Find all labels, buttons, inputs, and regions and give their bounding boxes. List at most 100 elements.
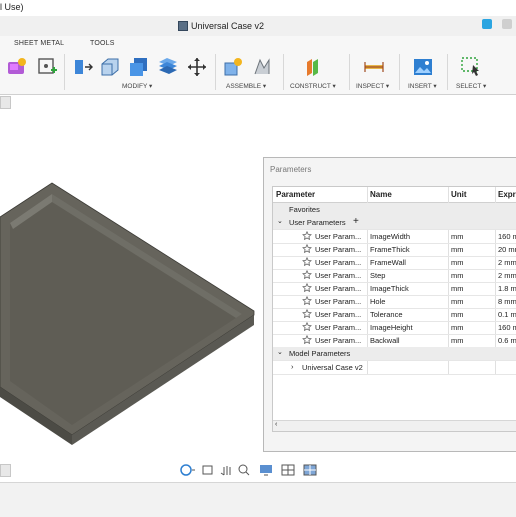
parameter-type: User Param...	[315, 258, 362, 267]
column-header-parameter[interactable]: Parameter	[276, 190, 315, 199]
model-parameters-row[interactable]: ⌄ Model Parameters	[273, 347, 516, 361]
parameter-name[interactable]: ImageWidth	[370, 232, 446, 241]
parameter-type: User Param...	[315, 271, 362, 280]
column-header-unit[interactable]: Unit	[451, 190, 467, 199]
parameter-name[interactable]: Tolerance	[370, 310, 446, 319]
table-row[interactable]: User Param... FrameThick mm 20 mn	[273, 243, 516, 257]
table-row[interactable]: User Param... Tolerance mm 0.1 m	[273, 308, 516, 322]
parameter-unit[interactable]: mm	[451, 297, 464, 306]
user-parameters-label: User Parameters	[289, 218, 346, 227]
parameter-name[interactable]: FrameWall	[370, 258, 446, 267]
create-sketch-icon[interactable]	[36, 56, 58, 78]
parameter-expression[interactable]: 1.8 m	[498, 284, 516, 293]
inspect-menu[interactable]: INSPECT ▾	[356, 82, 389, 90]
parameter-expression[interactable]: 2 mm	[498, 271, 516, 280]
parameter-expression[interactable]: 160 m	[498, 232, 516, 241]
ribbon-toolbar: SHEET METAL TOOLS MODIFY ▾ ASSEMBLE ▾ CO…	[0, 36, 516, 95]
new-tab-icon[interactable]	[482, 19, 492, 29]
parameter-name[interactable]: ImageThick	[370, 284, 446, 293]
favorite-star-icon[interactable]	[302, 244, 312, 254]
favorite-star-icon[interactable]	[302, 270, 312, 280]
favorites-row[interactable]: Favorites	[273, 203, 516, 217]
parameter-name[interactable]: ImageHeight	[370, 323, 446, 332]
tab-sheet-metal[interactable]: SHEET METAL	[14, 40, 64, 47]
joint-icon[interactable]	[252, 56, 274, 78]
extensions-icon[interactable]	[502, 19, 512, 29]
assemble-menu[interactable]: ASSEMBLE ▾	[226, 82, 266, 90]
favorite-star-icon[interactable]	[302, 335, 312, 345]
table-row[interactable]: User Param... Backwall mm 0.6 m	[273, 334, 516, 348]
chevron-down-icon[interactable]: ⌄	[277, 348, 283, 356]
parameter-expression[interactable]: 160 m	[498, 323, 516, 332]
parameter-unit[interactable]: mm	[451, 323, 464, 332]
favorite-star-icon[interactable]	[302, 231, 312, 241]
parameter-unit[interactable]: mm	[451, 245, 464, 254]
add-parameter-icon[interactable]: +	[353, 216, 359, 227]
parameter-name[interactable]: Hole	[370, 297, 446, 306]
table-row[interactable]: User Param... FrameWall mm 2 mm	[273, 256, 516, 270]
parameter-name[interactable]: Backwall	[370, 336, 446, 345]
parameter-type: User Param...	[315, 310, 362, 319]
column-header-expression[interactable]: Expre	[498, 190, 516, 199]
favorite-star-icon[interactable]	[302, 296, 312, 306]
pan-icon[interactable]	[220, 466, 231, 476]
grid-icon[interactable]	[281, 464, 295, 476]
parameter-expression[interactable]: 2 mm	[498, 258, 516, 267]
tab-tools[interactable]: TOOLS	[90, 40, 115, 47]
parameter-unit[interactable]: mm	[451, 310, 464, 319]
table-row[interactable]: User Param... ImageHeight mm 160 m	[273, 321, 516, 335]
orbit-icon[interactable]	[180, 464, 195, 476]
column-header-name[interactable]: Name	[370, 190, 392, 199]
horizontal-scrollbar[interactable]: ‹	[273, 420, 516, 431]
tray-model[interactable]	[0, 182, 255, 445]
offset-plane-icon[interactable]	[303, 56, 325, 78]
parameter-unit[interactable]: mm	[451, 271, 464, 280]
parameter-unit[interactable]: mm	[451, 336, 464, 345]
chevron-down-icon[interactable]: ⌄	[277, 217, 283, 225]
construct-menu[interactable]: CONSTRUCT ▾	[290, 82, 336, 90]
parameter-name[interactable]: FrameThick	[370, 245, 446, 254]
flange-icon[interactable]	[6, 56, 28, 78]
combine-icon[interactable]	[157, 56, 179, 78]
display-settings-icon[interactable]	[260, 465, 272, 476]
navigation-tools	[180, 464, 317, 476]
tabbar-right-controls	[482, 19, 512, 29]
shell-icon[interactable]	[128, 56, 150, 78]
select-box-icon[interactable]	[460, 56, 482, 78]
scroll-left-icon[interactable]: ‹	[275, 421, 277, 428]
parameter-expression[interactable]: 0.1 m	[498, 310, 516, 319]
model-parameter-item[interactable]: › Universal Case v2	[273, 361, 516, 375]
parameter-unit[interactable]: mm	[451, 284, 464, 293]
look-at-icon[interactable]	[202, 465, 213, 475]
parameter-expression[interactable]: 0.6 m	[498, 336, 516, 345]
parameter-name[interactable]: Step	[370, 271, 446, 280]
favorite-star-icon[interactable]	[302, 283, 312, 293]
parameter-unit[interactable]: mm	[451, 232, 464, 241]
parameter-unit[interactable]: mm	[451, 258, 464, 267]
new-component-icon[interactable]	[222, 56, 244, 78]
table-row[interactable]: User Param... ImageThick mm 1.8 m	[273, 282, 516, 296]
table-row[interactable]: User Param... Hole mm 8 mm	[273, 295, 516, 309]
window-title-fragment: l Use)	[0, 2, 24, 12]
user-parameters-row[interactable]: ⌄ User Parameters +	[273, 216, 516, 230]
move-icon[interactable]	[186, 56, 208, 78]
canvas-viewport[interactable]: Parameters Parameter Name Unit Expre Fav…	[0, 95, 516, 481]
fillet-icon[interactable]	[99, 56, 121, 78]
table-row[interactable]: User Param... ImageWidth mm 160 m	[273, 230, 516, 244]
parameter-expression[interactable]: 20 mn	[498, 245, 516, 254]
table-row[interactable]: User Param... Step mm 2 mm	[273, 269, 516, 283]
select-menu[interactable]: SELECT ▾	[456, 82, 486, 90]
favorite-star-icon[interactable]	[302, 257, 312, 267]
modify-menu[interactable]: MODIFY ▾	[122, 82, 152, 90]
document-tab[interactable]: Universal Case v2	[178, 16, 264, 36]
chevron-right-icon[interactable]: ›	[291, 362, 294, 371]
zoom-icon[interactable]	[238, 464, 250, 476]
viewports-icon[interactable]	[303, 464, 317, 476]
press-pull-icon[interactable]	[72, 56, 94, 78]
favorite-star-icon[interactable]	[302, 309, 312, 319]
favorite-star-icon[interactable]	[302, 322, 312, 332]
measure-icon[interactable]	[363, 56, 385, 78]
parameter-expression[interactable]: 8 mm	[498, 297, 516, 306]
insert-menu[interactable]: INSERT ▾	[408, 82, 437, 90]
insert-image-icon[interactable]	[412, 56, 434, 78]
